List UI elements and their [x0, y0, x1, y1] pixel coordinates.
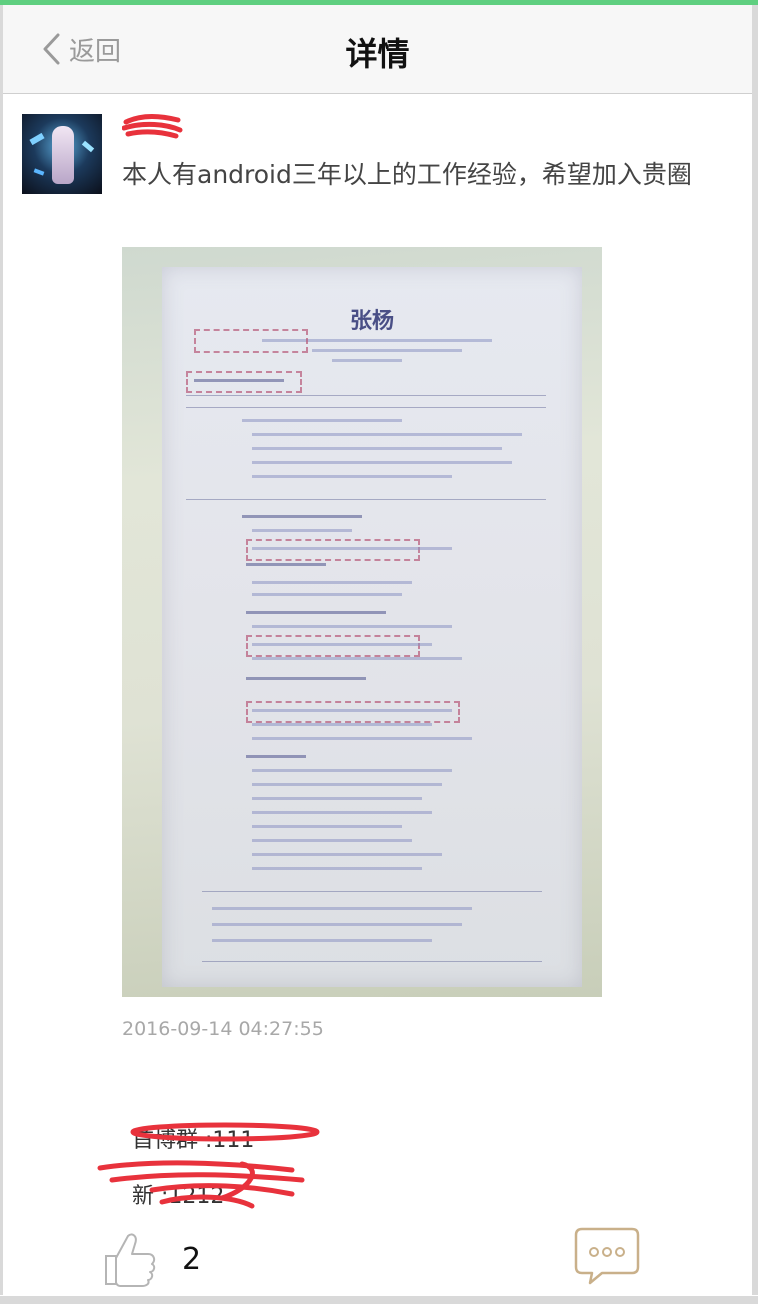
redaction-scribble: [97, 1160, 305, 1209]
post-image[interactable]: 张杨: [122, 247, 602, 997]
post-timestamp: 2016-09-14 04:27:55: [122, 1018, 324, 1040]
navigation-bar: 详情 返回: [3, 5, 752, 94]
redaction-scribble: [121, 114, 183, 139]
comment-bubble-icon: [572, 1227, 642, 1291]
avatar[interactable]: [22, 114, 102, 194]
back-label: 返回: [69, 36, 122, 67]
frame-border-right: [752, 5, 758, 1295]
back-button[interactable]: 返回: [41, 29, 121, 69]
frame-border-bottom: [0, 1296, 758, 1304]
like-count: 2: [182, 1242, 202, 1277]
post-content: 本人有android三年以上的工作经验，希望加入贵圈: [122, 160, 692, 189]
chevron-left-icon: [41, 32, 61, 66]
like-button[interactable]: [102, 1230, 158, 1292]
comment-button[interactable]: [572, 1225, 642, 1291]
frame-border-left: [0, 5, 3, 1295]
thumbs-up-icon: [102, 1233, 158, 1292]
resume-photo: 张杨: [162, 267, 582, 987]
redaction-scribble: [130, 1122, 320, 1142]
author-name-redacted[interactable]: [121, 112, 183, 140]
app-frame: 详情 返回 本人有android三年以上的工作经验，希望加入贵圈 张杨 2016…: [0, 0, 758, 1304]
